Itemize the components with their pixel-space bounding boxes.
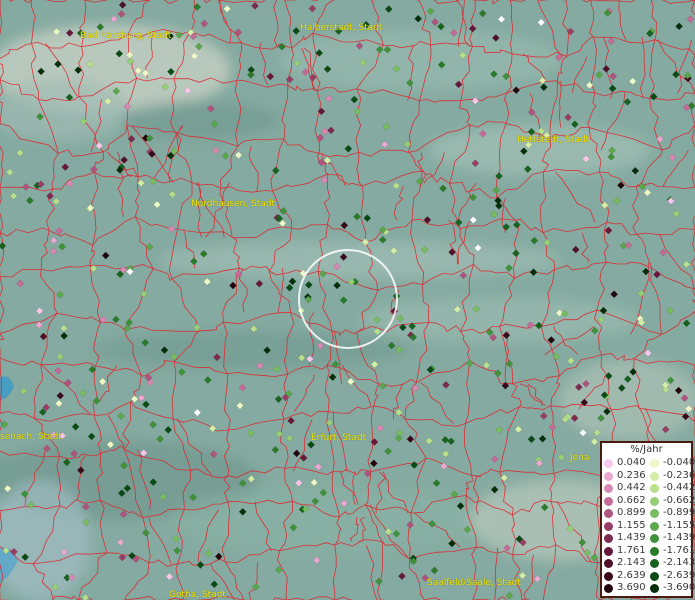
legend-swatch (650, 546, 659, 556)
place-label-jena: Jena (570, 453, 590, 463)
place-label-bad-harzburg: Bad Harzburg, Stadt (80, 31, 172, 41)
legend-swatch (604, 571, 613, 581)
legend-label: -1.761 (663, 544, 695, 556)
legend-swatch (604, 559, 613, 568)
legend-swatch (650, 584, 659, 593)
legend-label: -0.236 (663, 469, 695, 481)
legend-swatch (604, 459, 613, 468)
place-label-saalfeld: Saalfeld/Saale, Stadt (427, 578, 521, 588)
legend-swatch (604, 471, 613, 481)
legend-label: 0.442 (617, 482, 646, 493)
legend-label: -3.690 (663, 582, 695, 593)
legend-swatch (604, 521, 613, 531)
legend-swatch (604, 584, 613, 593)
legend-swatch (604, 484, 613, 493)
legend-label: -1.439 (663, 532, 695, 543)
legend-swatch (650, 471, 659, 481)
legend-swatch (650, 484, 659, 493)
place-label-halberstadt: Halberstadt, Stadt (300, 23, 383, 33)
legend-swatch (604, 496, 613, 506)
legend-swatch (650, 534, 659, 543)
legend-swatch (650, 521, 659, 531)
legend-title: %/Jahr (630, 444, 663, 455)
legend: %/Jahr 0.040 -0.040 0.236 -0.236 0.442 -0.442… (600, 441, 695, 598)
legend-swatch (604, 534, 613, 543)
legend-swatch (650, 496, 659, 506)
place-label-eisenach: senach, Stadt (0, 432, 62, 442)
place-label-nordhausen: Nordhausen, Stadt (191, 199, 276, 209)
legend-label: 0.899 (617, 507, 646, 518)
legend-label: -0.442 (663, 482, 695, 493)
legend-label: -2.639 (663, 569, 695, 581)
legend-label: 1.155 (617, 519, 646, 531)
place-label-gotha: Gotha, Stadt (169, 590, 226, 600)
legend-label: 0.662 (617, 494, 646, 506)
legend-label: -0.899 (663, 507, 695, 518)
legend-label: 3.690 (617, 582, 646, 593)
legend-label: -1.155 (663, 519, 695, 531)
legend-label: 0.236 (617, 469, 646, 481)
legend-swatch (604, 546, 613, 556)
legend-label: -0.040 (663, 457, 695, 468)
legend-swatch (604, 509, 613, 518)
legend-label: 2.639 (617, 569, 646, 581)
place-label-erfurt: Erfurt, Stadt (311, 433, 367, 443)
legend-label: 1.439 (617, 532, 646, 543)
legend-swatch (650, 571, 659, 581)
legend-label: 0.040 (617, 457, 646, 468)
legend-label: -2.143 (663, 557, 695, 568)
legend-swatch (650, 559, 659, 568)
selection-circle[interactable] (298, 249, 398, 349)
legend-swatch (650, 509, 659, 518)
legend-label: 2.143 (617, 557, 646, 568)
legend-label: -0.662 (663, 494, 695, 506)
place-label-hettstedt: Hettstedt, Stadt (517, 135, 590, 145)
legend-label: 1.761 (617, 544, 646, 556)
legend-swatch (650, 459, 659, 468)
